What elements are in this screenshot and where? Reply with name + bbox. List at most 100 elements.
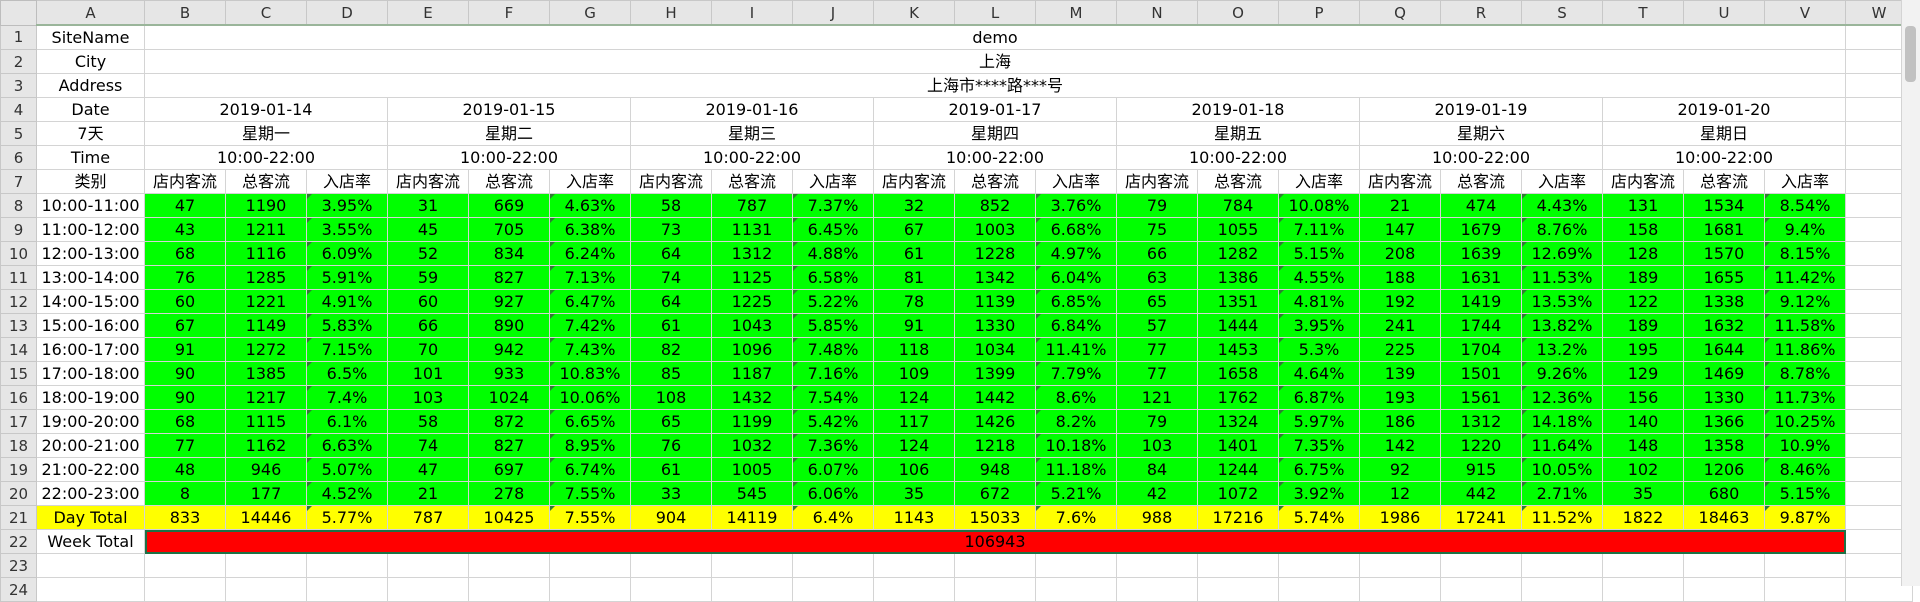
row-header[interactable]: 15 <box>0 361 37 386</box>
sub-header-cell[interactable]: 总客流 <box>1197 169 1279 194</box>
data-cell[interactable]: 9.4% <box>1764 217 1846 242</box>
data-cell[interactable]: 1225 <box>711 289 793 314</box>
data-cell[interactable]: 697 <box>468 457 550 482</box>
data-cell[interactable]: 7.55% <box>549 481 631 506</box>
data-cell[interactable]: 186 <box>1359 409 1441 434</box>
data-cell[interactable]: 6.1% <box>306 409 388 434</box>
day-date-cell[interactable]: 2019-01-16 <box>630 97 874 122</box>
data-cell[interactable]: 1386 <box>1197 265 1279 290</box>
data-cell[interactable]: 65 <box>1116 289 1198 314</box>
data-cell[interactable]: 1282 <box>1197 241 1279 266</box>
data-cell[interactable]: 124 <box>873 433 955 458</box>
data-cell[interactable]: 4.91% <box>306 289 388 314</box>
sub-header-cell[interactable]: 入店率 <box>1764 169 1846 194</box>
empty-cell[interactable] <box>1359 553 1441 578</box>
data-cell[interactable]: 1358 <box>1683 433 1765 458</box>
data-cell[interactable]: 7.13% <box>549 265 631 290</box>
data-cell[interactable]: 6.45% <box>792 217 874 242</box>
data-cell[interactable]: 927 <box>468 289 550 314</box>
data-cell[interactable]: 10.06% <box>549 385 631 410</box>
data-cell[interactable]: 8.78% <box>1764 361 1846 386</box>
data-cell[interactable]: 1330 <box>1683 385 1765 410</box>
empty-cell[interactable] <box>954 577 1036 602</box>
data-cell[interactable]: 11.18% <box>1035 457 1117 482</box>
day-hours-cell[interactable]: 10:00-22:00 <box>1602 145 1846 170</box>
data-cell[interactable]: 74 <box>387 433 469 458</box>
data-cell[interactable]: 3.95% <box>1278 313 1360 338</box>
scrollbar-thumb[interactable] <box>1905 26 1916 82</box>
data-cell[interactable]: 10.08% <box>1278 193 1360 218</box>
sub-header-cell[interactable]: 店内客流 <box>873 169 955 194</box>
data-cell[interactable]: 9.26% <box>1521 361 1603 386</box>
empty-cell[interactable] <box>1278 577 1360 602</box>
data-cell[interactable]: 1005 <box>711 457 793 482</box>
data-cell[interactable]: 82 <box>630 337 712 362</box>
label-cell[interactable]: 类别 <box>36 169 145 194</box>
data-cell[interactable]: 7.37% <box>792 193 874 218</box>
data-cell[interactable]: 1199 <box>711 409 793 434</box>
data-cell[interactable]: 47 <box>144 193 226 218</box>
empty-cell[interactable] <box>1035 577 1117 602</box>
row-header[interactable]: 22 <box>0 529 37 554</box>
sub-header-cell[interactable]: 总客流 <box>1440 169 1522 194</box>
sub-header-cell[interactable]: 总客流 <box>1683 169 1765 194</box>
row-header[interactable]: 3 <box>0 73 37 98</box>
day-total-cell[interactable]: 15033 <box>954 505 1036 530</box>
data-cell[interactable]: 195 <box>1602 337 1684 362</box>
day-total-cell[interactable]: 7.6% <box>1035 505 1117 530</box>
data-cell[interactable]: 1072 <box>1197 481 1279 506</box>
data-cell[interactable]: 188 <box>1359 265 1441 290</box>
data-cell[interactable]: 1679 <box>1440 217 1522 242</box>
data-cell[interactable]: 1272 <box>225 337 307 362</box>
day-weekday-cell[interactable]: 星期五 <box>1116 121 1360 146</box>
data-cell[interactable]: 1221 <box>225 289 307 314</box>
data-cell[interactable]: 45 <box>387 217 469 242</box>
data-cell[interactable]: 35 <box>873 481 955 506</box>
column-header[interactable]: K <box>873 0 955 26</box>
day-date-cell[interactable]: 2019-01-18 <box>1116 97 1360 122</box>
data-cell[interactable]: 189 <box>1602 313 1684 338</box>
data-cell[interactable]: 109 <box>873 361 955 386</box>
data-cell[interactable]: 1228 <box>954 241 1036 266</box>
empty-cell[interactable] <box>36 553 145 578</box>
data-cell[interactable]: 117 <box>873 409 955 434</box>
data-cell[interactable]: 1187 <box>711 361 793 386</box>
data-cell[interactable]: 1655 <box>1683 265 1765 290</box>
data-cell[interactable]: 131 <box>1602 193 1684 218</box>
data-cell[interactable]: 65 <box>630 409 712 434</box>
sub-header-cell[interactable]: 店内客流 <box>1116 169 1198 194</box>
data-cell[interactable]: 1149 <box>225 313 307 338</box>
data-cell[interactable]: 6.85% <box>1035 289 1117 314</box>
day-total-cell[interactable]: 833 <box>144 505 226 530</box>
row-header[interactable]: 10 <box>0 241 37 266</box>
data-cell[interactable]: 5.42% <box>792 409 874 434</box>
sub-header-cell[interactable]: 店内客流 <box>1602 169 1684 194</box>
data-cell[interactable]: 193 <box>1359 385 1441 410</box>
day-total-cell[interactable]: 18463 <box>1683 505 1765 530</box>
data-cell[interactable]: 4.97% <box>1035 241 1117 266</box>
data-cell[interactable]: 1211 <box>225 217 307 242</box>
data-cell[interactable]: 1131 <box>711 217 793 242</box>
data-cell[interactable]: 13.82% <box>1521 313 1603 338</box>
data-cell[interactable]: 1401 <box>1197 433 1279 458</box>
day-weekday-cell[interactable]: 星期四 <box>873 121 1117 146</box>
empty-cell[interactable] <box>1116 577 1198 602</box>
label-cell[interactable]: Date <box>36 97 145 122</box>
empty-cell[interactable] <box>630 577 712 602</box>
data-cell[interactable]: 942 <box>468 337 550 362</box>
time-slot-cell[interactable]: 14:00-15:00 <box>36 289 145 314</box>
empty-cell[interactable] <box>1521 553 1603 578</box>
day-total-cell[interactable]: 5.74% <box>1278 505 1360 530</box>
data-cell[interactable]: 192 <box>1359 289 1441 314</box>
row-header[interactable]: 19 <box>0 457 37 482</box>
vertical-scrollbar[interactable] <box>1901 0 1920 586</box>
data-cell[interactable]: 78 <box>873 289 955 314</box>
data-cell[interactable]: 92 <box>1359 457 1441 482</box>
data-cell[interactable]: 6.5% <box>306 361 388 386</box>
data-cell[interactable]: 827 <box>468 433 550 458</box>
data-cell[interactable]: 76 <box>144 265 226 290</box>
data-cell[interactable]: 67 <box>873 217 955 242</box>
empty-cell[interactable] <box>306 577 388 602</box>
label-cell[interactable]: Day Total <box>36 505 145 530</box>
data-cell[interactable]: 442 <box>1440 481 1522 506</box>
